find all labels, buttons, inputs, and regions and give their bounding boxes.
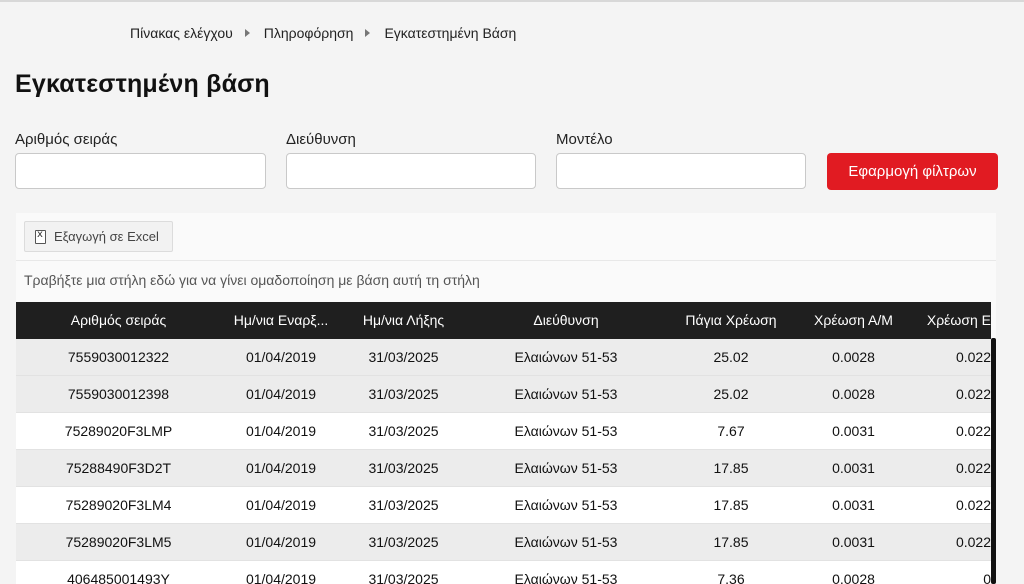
cell-address: Ελαιώνων 51-53 <box>514 571 618 584</box>
column-header-color-charge[interactable]: Χρέωση Ε <box>911 302 991 339</box>
cell-address: Ελαιώνων 51-53 <box>514 423 618 439</box>
cell-fixed-charge: 25.02 <box>713 386 749 402</box>
cell-start-date: 01/04/2019 <box>245 497 317 513</box>
installed-base-table: Αριθμός σειράς Ημ/νια Εναρξ... Ημ/νια Λή… <box>16 302 991 584</box>
cell-address: Ελαιώνων 51-53 <box>514 460 618 476</box>
cell-start-date: 01/04/2019 <box>245 534 317 550</box>
cell-serial: 75289020F3LM5 <box>65 534 172 550</box>
group-by-drop-area[interactable]: Τραβήξτε μια στήλη εδώ για να γίνει ομαδ… <box>24 272 480 288</box>
model-label: Μοντέλο <box>556 131 613 148</box>
column-header-bw-charge[interactable]: Χρέωση Α/Μ <box>796 302 911 339</box>
cell-serial: 75289020F3LM4 <box>65 497 172 513</box>
table-row[interactable]: 7559030012398 01/04/2019 31/03/2025 Ελαι… <box>16 376 991 413</box>
cell-bw-charge: 0.0028 <box>832 386 875 402</box>
cell-color-charge: 0.022 <box>955 534 991 550</box>
cell-serial: 75288490F3D2T <box>65 460 172 476</box>
breadcrumb-item-installed-base: Εγκατεστημένη Βάση <box>384 25 517 41</box>
cell-color-charge: 0.022 <box>955 386 991 402</box>
cell-fixed-charge: 17.85 <box>713 460 749 476</box>
table-row[interactable]: 75288490F3D2T 01/04/2019 31/03/2025 Ελαι… <box>16 450 991 487</box>
cell-bw-charge: 0.0028 <box>832 571 875 584</box>
column-header-address[interactable]: Διεύθυνση <box>466 302 666 339</box>
top-border <box>0 0 1024 2</box>
address-input[interactable] <box>286 153 536 189</box>
cell-color-charge: 0 <box>983 571 991 584</box>
cell-serial: 75289020F3LMP <box>64 423 173 439</box>
serial-number-label: Αριθμός σειράς <box>15 131 118 148</box>
cell-end-date: 31/03/2025 <box>368 423 439 439</box>
address-label: Διεύθυνση <box>286 131 356 148</box>
column-header-end-date[interactable]: Ημ/νια Λήξης <box>341 302 466 339</box>
export-excel-label: Εξαγωγή σε Excel <box>54 229 159 244</box>
column-header-serial[interactable]: Αριθμός σειράς <box>16 302 221 339</box>
cell-serial: 7559030012398 <box>67 386 170 402</box>
export-excel-button[interactable]: Εξαγωγή σε Excel <box>24 221 173 252</box>
table-row[interactable]: 406485001493Y 01/04/2019 31/03/2025 Ελαι… <box>16 561 991 584</box>
cell-start-date: 01/04/2019 <box>245 423 317 439</box>
breadcrumb-item-dashboard[interactable]: Πίνακας ελέγχου <box>130 25 233 41</box>
cell-bw-charge: 0.0031 <box>832 534 875 550</box>
model-input[interactable] <box>556 153 806 189</box>
breadcrumb-item-information[interactable]: Πληροφόρηση <box>264 25 354 41</box>
cell-bw-charge: 0.0031 <box>832 423 875 439</box>
cell-color-charge: 0.022 <box>955 423 991 439</box>
cell-end-date: 31/03/2025 <box>368 460 439 476</box>
cell-bw-charge: 0.0031 <box>832 497 875 513</box>
cell-start-date: 01/04/2019 <box>245 386 317 402</box>
cell-color-charge: 0.022 <box>955 460 991 476</box>
cell-end-date: 31/03/2025 <box>368 349 439 365</box>
cell-color-charge: 0.022 <box>955 497 991 513</box>
cell-fixed-charge: 17.85 <box>713 497 749 513</box>
divider <box>16 260 996 261</box>
cell-address: Ελαιώνων 51-53 <box>514 497 618 513</box>
cell-bw-charge: 0.0028 <box>832 349 875 365</box>
column-header-start-date[interactable]: Ημ/νια Εναρξ... <box>221 302 341 339</box>
column-header-fixed-charge[interactable]: Πάγια Χρέωση <box>666 302 796 339</box>
apply-filters-button[interactable]: Εφαρμογή φίλτρων <box>827 153 998 190</box>
chevron-right-icon <box>365 29 371 37</box>
cell-start-date: 01/04/2019 <box>245 349 317 365</box>
page-title: Εγκατεστημένη βάση <box>15 70 270 98</box>
cell-color-charge: 0.022 <box>955 349 991 365</box>
chevron-right-icon <box>244 29 250 37</box>
cell-fixed-charge: 7.36 <box>717 571 745 584</box>
cell-fixed-charge: 17.85 <box>713 534 749 550</box>
cell-end-date: 31/03/2025 <box>368 534 439 550</box>
serial-number-input[interactable] <box>15 153 266 189</box>
cell-end-date: 31/03/2025 <box>368 571 439 584</box>
cell-address: Ελαιώνων 51-53 <box>514 534 618 550</box>
table-row[interactable]: 7559030012322 01/04/2019 31/03/2025 Ελαι… <box>16 339 991 376</box>
excel-file-icon <box>35 229 46 244</box>
table-header: Αριθμός σειράς Ημ/νια Εναρξ... Ημ/νια Λή… <box>16 302 991 339</box>
cell-serial: 7559030012322 <box>67 349 170 365</box>
cell-fixed-charge: 25.02 <box>713 349 749 365</box>
cell-bw-charge: 0.0031 <box>832 460 875 476</box>
cell-address: Ελαιώνων 51-53 <box>514 386 618 402</box>
cell-end-date: 31/03/2025 <box>368 386 439 402</box>
breadcrumb: Πίνακας ελέγχου Πληροφόρηση Εγκατεστημέν… <box>130 24 516 42</box>
table-scrollbar[interactable] <box>991 338 996 584</box>
table-row[interactable]: 75289020F3LMP 01/04/2019 31/03/2025 Ελαι… <box>16 413 991 450</box>
cell-start-date: 01/04/2019 <box>245 460 317 476</box>
cell-serial: 406485001493Y <box>67 571 170 584</box>
cell-fixed-charge: 7.67 <box>717 423 745 439</box>
table-row[interactable]: 75289020F3LM4 01/04/2019 31/03/2025 Ελαι… <box>16 487 991 524</box>
cell-address: Ελαιώνων 51-53 <box>514 349 618 365</box>
cell-end-date: 31/03/2025 <box>368 497 439 513</box>
table-row[interactable]: 75289020F3LM5 01/04/2019 31/03/2025 Ελαι… <box>16 524 991 561</box>
cell-start-date: 01/04/2019 <box>245 571 317 584</box>
